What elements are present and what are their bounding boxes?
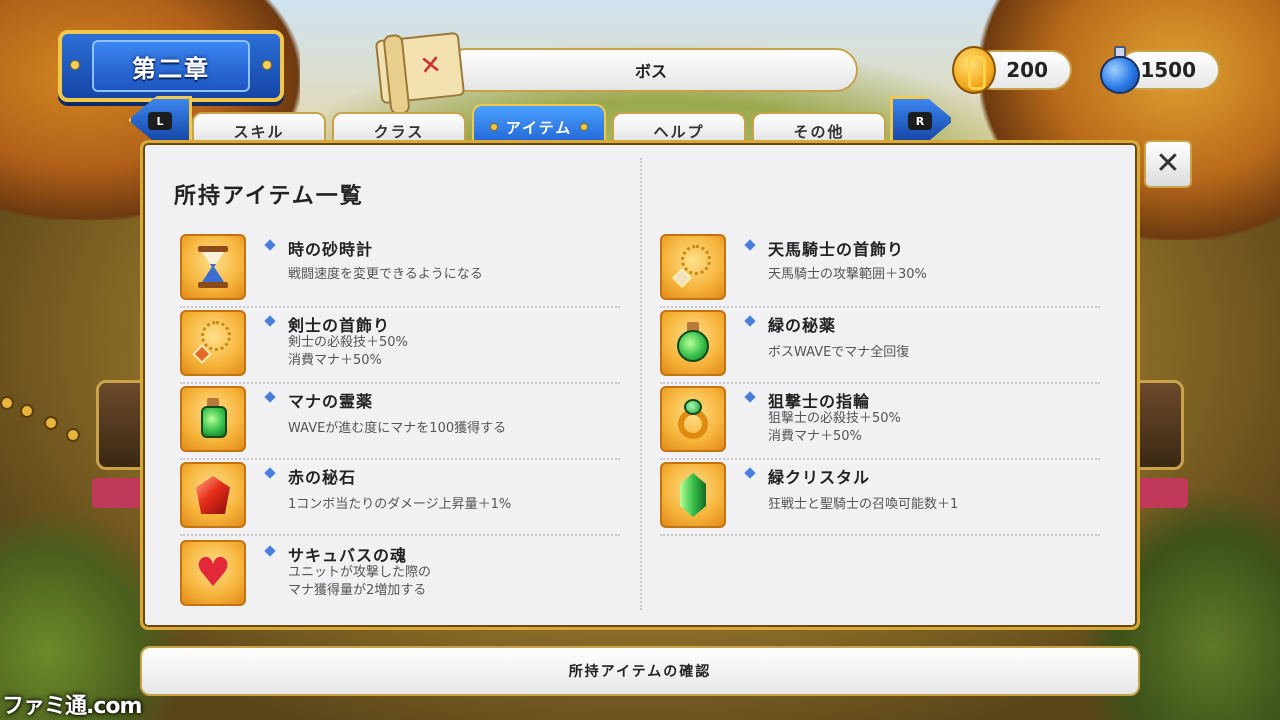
path-dot <box>66 428 80 442</box>
tab-label: ヘルプ <box>653 122 705 141</box>
heart-icon: ♥ <box>180 540 246 606</box>
item-name: マナの霊薬 <box>288 388 373 412</box>
green-flask-icon <box>660 310 726 376</box>
item-description: 天馬騎士の攻撃範囲＋30% <box>768 267 927 282</box>
item-row[interactable]: 時の砂時計 戦闘速度を変更できるようになる <box>180 234 620 308</box>
stage-title-bar: ボス <box>444 48 858 92</box>
row-separator <box>180 382 620 384</box>
tab-label: スキル <box>233 122 285 141</box>
item-description: 戦闘速度を変更できるようになる <box>288 267 483 282</box>
panel-title: 所持アイテム一覧 <box>174 184 364 209</box>
mana-potion-icon <box>1098 46 1142 94</box>
item-description-line2: マナ獲得量が2増加する <box>288 583 427 598</box>
green-potion-icon <box>180 386 246 452</box>
item-description: 1コンボ当たりのダメージ上昇量＋1% <box>288 497 512 512</box>
item-description: WAVEが進む度にマナを100獲得する <box>288 421 507 436</box>
close-button[interactable]: ✕ <box>1144 140 1192 188</box>
row-separator <box>180 458 620 460</box>
necklace-icon <box>180 310 246 376</box>
item-row[interactable]: 剣士の首飾り 剣士の必殺技＋50% 消費マナ＋50% <box>180 310 620 384</box>
coin-count: 200 <box>1006 58 1048 82</box>
rivet-icon <box>70 60 80 70</box>
item-row[interactable]: 天馬騎士の首飾り 天馬騎士の攻撃範囲＋30% <box>660 234 1100 308</box>
path-dot <box>0 396 14 410</box>
row-separator <box>660 382 1100 384</box>
item-description: 剣士の必殺技＋50% <box>288 335 408 350</box>
row-separator <box>180 534 620 536</box>
item-name: 赤の秘石 <box>288 464 356 488</box>
item-description: 狂戦士と聖騎士の召喚可能数＋1 <box>768 497 959 512</box>
red-gem-icon <box>180 462 246 528</box>
item-row[interactable]: 狙撃士の指輪 狙撃士の必殺技＋50% 消費マナ＋50% <box>660 386 1100 460</box>
tab-bullet-icon <box>580 123 589 131</box>
item-row[interactable]: 緑の秘薬 ボスWAVEでマナ全回復 <box>660 310 1100 384</box>
tab-label: アイテム <box>505 118 573 137</box>
green-crystal-icon <box>660 462 726 528</box>
watermark: ファミ通.com <box>2 694 142 719</box>
row-separator <box>660 534 1100 536</box>
item-description-line2: 消費マナ＋50% <box>288 353 382 368</box>
item-description: ユニットが攻撃した際の <box>288 565 432 580</box>
row-separator <box>660 458 1100 460</box>
item-name: 剣士の首飾り <box>288 312 390 336</box>
next-tab-key: R <box>908 112 932 130</box>
panel-divider <box>640 158 642 610</box>
item-name: 緑の秘薬 <box>768 312 836 336</box>
stage-title: ボス <box>634 62 667 81</box>
chapter-title: 第二章 <box>132 54 210 83</box>
necklace-icon <box>660 234 726 300</box>
confirm-items-label: 所持アイテムの確認 <box>568 664 712 680</box>
row-separator <box>180 306 620 308</box>
item-name: 緑クリスタル <box>768 464 870 488</box>
rivet-icon <box>262 60 272 70</box>
mana-count: 1500 <box>1140 58 1196 82</box>
hourglass-icon <box>180 234 246 300</box>
tab-label: クラス <box>373 122 425 141</box>
row-separator <box>660 306 1100 308</box>
tab-bullet-icon <box>489 123 498 131</box>
item-description: 狙撃士の必殺技＋50% <box>768 411 901 426</box>
item-name: サキュバスの魂 <box>288 542 407 566</box>
close-icon: ✕ <box>1155 146 1181 181</box>
item-row[interactable]: 緑クリスタル 狂戦士と聖騎士の召喚可能数＋1 <box>660 462 1100 536</box>
treasure-map-icon: ✕ <box>374 31 466 105</box>
confirm-items-button[interactable]: 所持アイテムの確認 <box>140 646 1140 696</box>
gold-coin-icon <box>952 46 996 94</box>
ring-icon <box>660 386 726 452</box>
item-name: 狙撃士の指輪 <box>768 388 870 412</box>
item-description: ボスWAVEでマナ全回復 <box>768 345 910 360</box>
path-dot <box>20 404 34 418</box>
chapter-badge: 第二章 <box>58 30 284 102</box>
path-dot <box>44 416 58 430</box>
item-name: 天馬騎士の首飾り <box>768 236 904 260</box>
tab-label: その他 <box>793 122 845 141</box>
item-row[interactable]: マナの霊薬 WAVEが進む度にマナを100獲得する <box>180 386 620 460</box>
item-row[interactable]: 赤の秘石 1コンボ当たりのダメージ上昇量＋1% <box>180 462 620 536</box>
prev-tab-key: L <box>148 112 172 130</box>
item-name: 時の砂時計 <box>288 236 373 260</box>
item-row[interactable]: ♥ サキュバスの魂 ユニットが攻撃した際の マナ獲得量が2増加する <box>180 540 620 614</box>
item-description-line2: 消費マナ＋50% <box>768 429 862 444</box>
